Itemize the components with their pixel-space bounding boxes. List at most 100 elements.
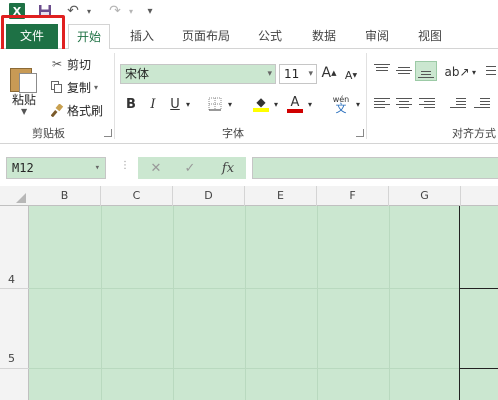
column-header-e[interactable]: E	[245, 186, 317, 206]
middle-align-icon[interactable]	[396, 63, 412, 77]
ribbon-tabs: 文件 开始 插入 页面布局 公式 数据 审阅 视图	[0, 24, 498, 50]
gridline	[29, 368, 498, 369]
formula-bar: M12 ▾ ⋮ ✕ ✓ fx	[0, 150, 498, 184]
align-center-icon[interactable]	[396, 97, 412, 111]
quick-access-toolbar: X ↶ ▾ ↷ ▾ ▾	[0, 0, 498, 24]
tab-data[interactable]: 数据	[304, 24, 344, 49]
gridline	[173, 206, 174, 400]
decrease-indent-icon[interactable]	[450, 97, 466, 111]
bold-button[interactable]: B	[124, 95, 138, 113]
shrink-font-button[interactable]: A ▼	[344, 66, 358, 84]
fill-color-dropdown-icon[interactable]: ▾	[272, 95, 280, 113]
wrap-text-icon[interactable]	[486, 65, 496, 79]
undo-dropdown-icon[interactable]: ▾	[84, 2, 94, 20]
copy-icon	[50, 80, 64, 94]
borders-icon[interactable]	[206, 95, 224, 113]
tab-review[interactable]: 审阅	[357, 24, 397, 49]
undo-icon[interactable]: ↶	[64, 2, 82, 20]
group-divider	[114, 53, 115, 139]
font-color-dropdown-icon[interactable]: ▾	[306, 95, 314, 113]
column-header-c[interactable]: C	[101, 186, 173, 206]
gridline	[101, 206, 102, 400]
formula-buttons: ✕ ✓ fx	[138, 157, 246, 179]
paste-dropdown-icon[interactable]: ▼	[21, 107, 27, 116]
row-divider	[0, 368, 29, 369]
paste-button[interactable]: 粘贴	[12, 91, 36, 108]
font-color-button[interactable]: A	[286, 95, 304, 113]
row-header-4[interactable]: 4	[8, 273, 15, 286]
insert-function-button[interactable]: fx	[216, 157, 240, 179]
brush-icon	[50, 103, 64, 117]
fill-color-button[interactable]: ◆	[252, 95, 270, 113]
row-header-5[interactable]: 5	[8, 352, 15, 365]
cell-border	[459, 288, 498, 289]
column-headers: B C D E F G	[0, 186, 498, 206]
name-box[interactable]: M12 ▾	[6, 157, 106, 179]
orientation-icon[interactable]: ab↗	[444, 63, 469, 81]
group-divider	[366, 53, 367, 139]
clipboard-launcher-icon[interactable]	[104, 129, 112, 137]
cell-grid[interactable]	[29, 206, 498, 400]
phonetic-dropdown-icon[interactable]: ▾	[354, 95, 362, 113]
paste-icon[interactable]	[10, 64, 40, 93]
copy-button[interactable]: 复制 ▾	[50, 78, 98, 96]
select-all-button[interactable]	[0, 186, 29, 206]
font-size-value: 11	[284, 67, 300, 81]
scissors-icon: ✂	[51, 57, 63, 71]
align-right-icon[interactable]	[419, 97, 435, 111]
row-divider	[0, 288, 29, 289]
customize-toolbar-icon[interactable]: ▾	[144, 2, 156, 20]
grow-font-button[interactable]: A ▲	[322, 64, 337, 82]
enter-icon[interactable]: ✓	[178, 157, 202, 179]
alignment-group-label: 对齐方式	[452, 127, 496, 140]
name-box-value: M12	[12, 161, 34, 175]
increase-indent-icon[interactable]	[474, 97, 490, 111]
gridline	[389, 206, 390, 400]
top-align-icon[interactable]	[374, 63, 390, 77]
font-size-select[interactable]: 11 ▾	[279, 64, 317, 84]
tab-view[interactable]: 视图	[410, 24, 450, 49]
italic-button[interactable]: I	[146, 95, 160, 113]
column-header-f[interactable]: F	[317, 186, 389, 206]
format-painter-button[interactable]: 格式刷	[50, 101, 103, 119]
tab-formulas[interactable]: 公式	[250, 24, 290, 49]
redo-icon[interactable]: ↷	[106, 2, 124, 20]
format-painter-label: 格式刷	[67, 103, 104, 118]
formula-bar-grip-icon[interactable]: ⋮	[120, 160, 130, 171]
row-headers: 4 5	[0, 206, 29, 400]
copy-label: 复制	[67, 80, 92, 95]
font-group-label: 字体	[222, 127, 244, 140]
font-color-swatch	[287, 108, 303, 113]
font-name-select[interactable]: 宋体 ▾	[120, 64, 276, 84]
column-header-b[interactable]: B	[29, 186, 101, 206]
bottom-align-icon[interactable]	[415, 61, 437, 81]
tab-insert[interactable]: 插入	[122, 24, 162, 49]
chevron-down-icon: ▾	[267, 69, 272, 79]
borders-dropdown-icon[interactable]: ▾	[226, 95, 234, 113]
underline-button[interactable]: U	[168, 95, 182, 113]
align-left-icon[interactable]	[374, 97, 390, 111]
chevron-down-icon: ▾	[94, 163, 100, 173]
font-name-value: 宋体	[125, 67, 150, 81]
column-header-g[interactable]: G	[389, 186, 461, 206]
redo-dropdown-icon[interactable]: ▾	[126, 2, 136, 20]
column-header-d[interactable]: D	[173, 186, 245, 206]
font-launcher-icon[interactable]	[356, 129, 364, 137]
cut-button[interactable]: ✂ 剪切	[50, 55, 91, 73]
underline-dropdown-icon[interactable]: ▾	[184, 95, 192, 113]
cut-label: 剪切	[67, 57, 92, 72]
orientation-dropdown-icon[interactable]: ▾	[470, 63, 478, 81]
gridline	[317, 206, 318, 400]
tab-home[interactable]: 开始	[68, 24, 110, 50]
cancel-icon[interactable]: ✕	[144, 157, 168, 179]
chevron-down-icon: ▾	[308, 69, 313, 79]
ribbon-home: 粘贴 ▼ ✂ 剪切 复制 ▾ 格式刷 剪贴板 宋体 ▾ 11 ▾ A ▲ A ▼ B…	[0, 49, 498, 144]
phonetic-guide-button[interactable]: wén 文	[330, 95, 352, 115]
tab-page-layout[interactable]: 页面布局	[176, 24, 236, 49]
phonetic-icon: 文	[335, 102, 347, 115]
formula-input[interactable]	[252, 157, 498, 179]
copy-dropdown-icon[interactable]: ▾	[94, 83, 98, 92]
cell-border	[459, 206, 460, 400]
clipboard-group-label: 剪贴板	[32, 127, 65, 140]
fill-color-swatch	[253, 108, 269, 112]
